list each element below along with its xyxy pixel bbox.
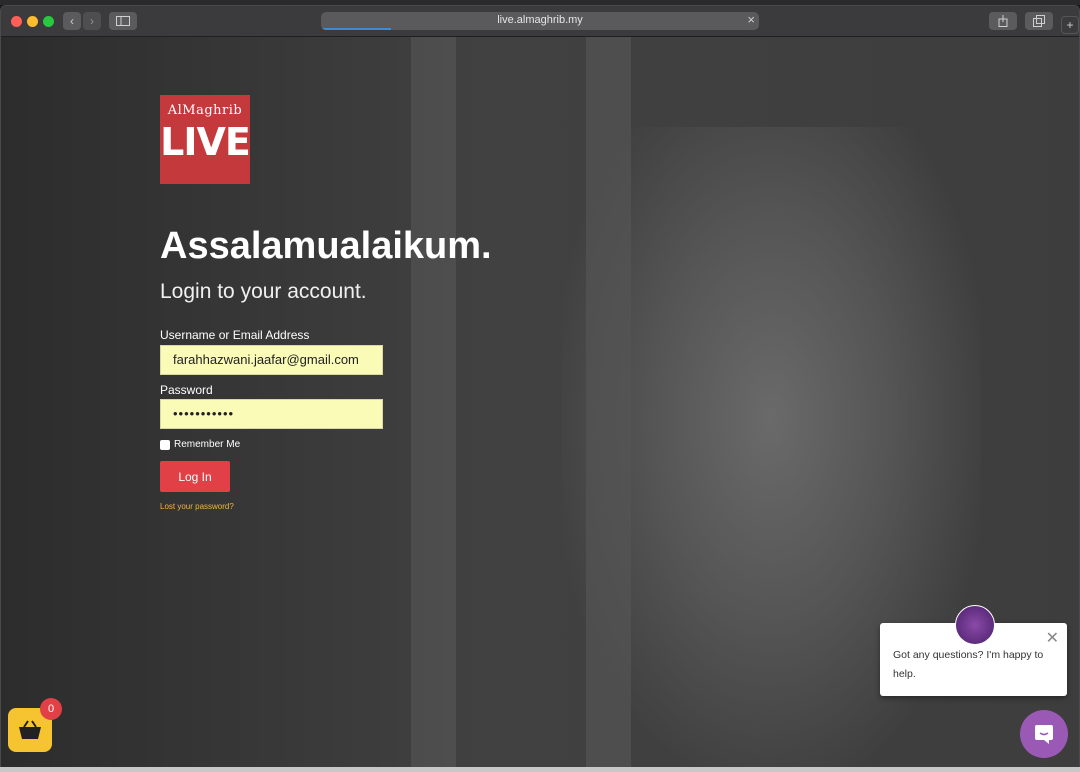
share-button[interactable] (989, 12, 1017, 30)
page-title: Assalamualaikum. (160, 225, 492, 267)
remember-me-label: Remember Me (174, 439, 241, 450)
stop-loading-icon[interactable]: × (747, 12, 755, 27)
tabs-icon (1033, 15, 1045, 27)
cart-count-badge: 0 (40, 698, 62, 720)
remember-me[interactable]: Remember Me (160, 439, 240, 450)
username-label: Username or Email Address (160, 328, 310, 342)
logo-brand-text: AlMaghrib (167, 103, 243, 118)
sidebar-icon (116, 16, 130, 26)
login-page: AlMaghrib LIVE Assalamualaikum. Login to… (1, 37, 1079, 768)
page-subtitle: Login to your account. (160, 280, 367, 303)
minimize-window-button[interactable] (27, 16, 38, 27)
new-tab-button[interactable]: + (1061, 16, 1079, 34)
password-label: Password (160, 383, 213, 397)
close-window-button[interactable] (11, 16, 22, 27)
tabs-overview-button[interactable] (1025, 12, 1053, 30)
chevron-right-icon: › (90, 14, 94, 28)
plus-icon: + (1066, 18, 1074, 32)
browser-window: ‹ › live.almaghrib.my × + AlMaghrib LIVE… (0, 5, 1080, 769)
password-input[interactable]: ••••••••••• (160, 399, 383, 429)
chat-launcher-button[interactable] (1020, 710, 1068, 758)
basket-icon (19, 720, 41, 739)
url-text: live.almaghrib.my (497, 14, 583, 26)
address-bar[interactable]: live.almaghrib.my × (321, 12, 759, 30)
share-icon (998, 15, 1008, 27)
desktop-edge (0, 767, 1080, 772)
almaghrib-live-logo[interactable]: AlMaghrib LIVE (160, 95, 251, 184)
close-icon[interactable]: ✕ (1046, 628, 1059, 648)
lost-password-link[interactable]: Lost your password? (160, 502, 234, 511)
login-button[interactable]: Log In (160, 461, 230, 492)
zoom-window-button[interactable] (43, 16, 54, 27)
chat-greeting-text: Got any questions? I'm happy to help. (893, 649, 1044, 680)
logo-live-text: LIVE (160, 120, 251, 164)
chat-agent-avatar (955, 605, 995, 645)
username-input[interactable]: farahhazwani.jaafar@gmail.com (160, 345, 383, 375)
browser-toolbar: ‹ › live.almaghrib.my × + (1, 6, 1079, 37)
remember-me-checkbox[interactable] (160, 439, 170, 450)
page-load-progress (321, 28, 391, 30)
sidebar-toggle-button[interactable] (109, 12, 137, 30)
chevron-left-icon: ‹ (70, 14, 74, 28)
background-pillar (411, 37, 456, 768)
chat-icon (1035, 725, 1053, 744)
back-button[interactable]: ‹ (63, 12, 81, 30)
forward-button[interactable]: › (83, 12, 101, 30)
